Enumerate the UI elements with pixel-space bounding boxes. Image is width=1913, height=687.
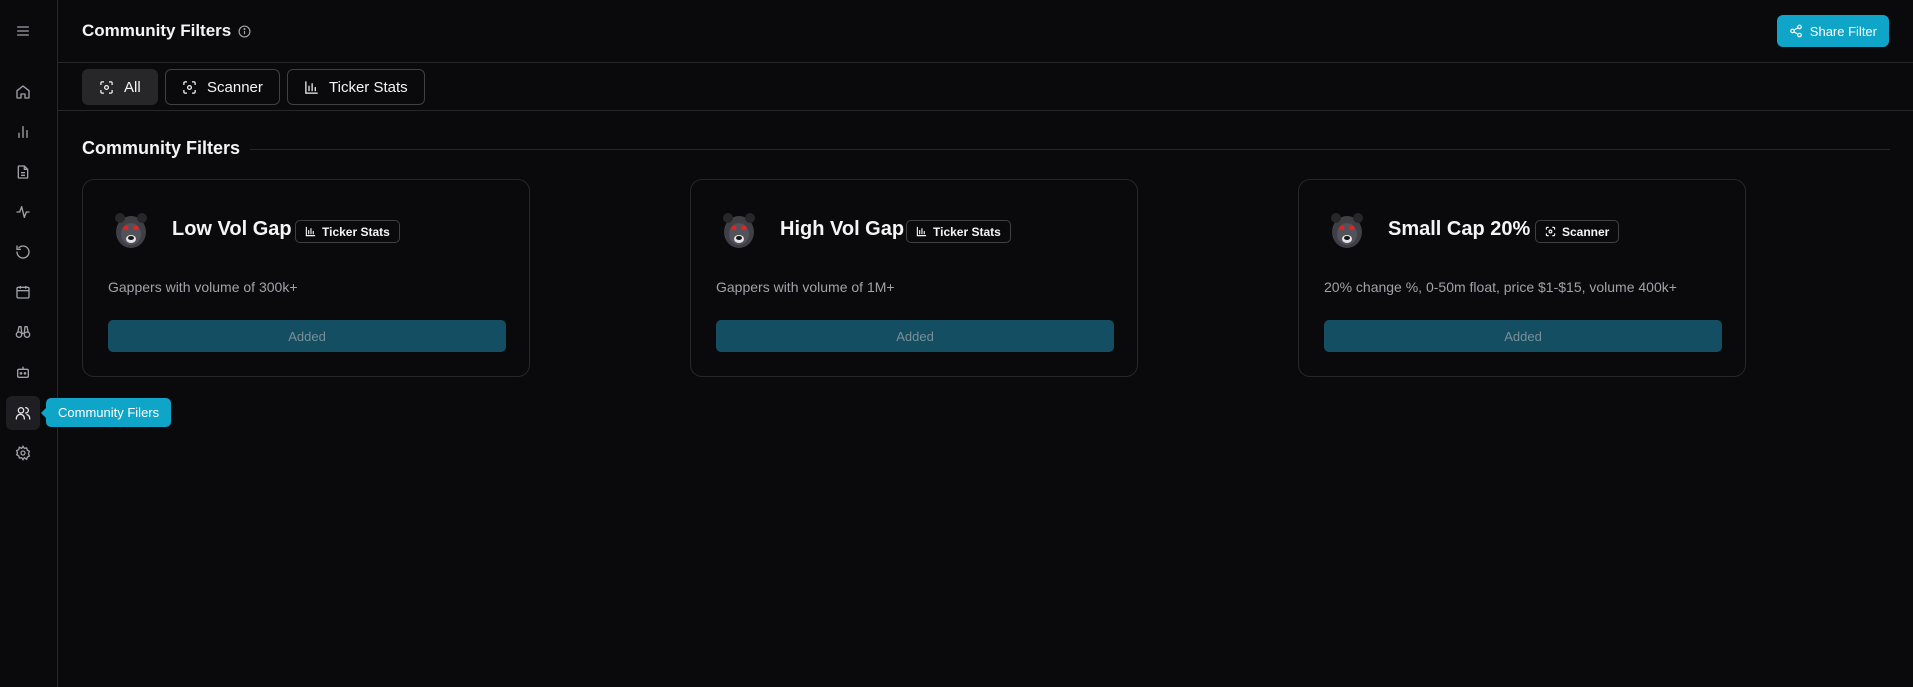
added-button[interactable]: Added (108, 320, 506, 352)
activity-icon[interactable] (6, 195, 40, 229)
bar-chart-icon (305, 80, 318, 94)
card-type-badge: Ticker Stats (295, 220, 400, 243)
home-icon[interactable] (6, 75, 40, 109)
tab-all-label: All (124, 78, 141, 96)
tab-ticker-stats[interactable]: Ticker Stats (287, 69, 425, 105)
scan-icon (183, 80, 196, 94)
bot-icon[interactable] (6, 355, 40, 389)
card-title: Low Vol Gap (172, 218, 292, 240)
tab-all[interactable]: All (82, 69, 158, 105)
tab-ticker-stats-label: Ticker Stats (329, 78, 408, 96)
badge-label: Scanner (1562, 224, 1610, 239)
users-icon[interactable] (6, 396, 40, 430)
bar-chart-icon[interactable] (6, 115, 40, 149)
share-filter-button[interactable]: Share Filter (1776, 15, 1889, 47)
added-button[interactable]: Added (716, 320, 1114, 352)
bear-avatar (108, 206, 154, 252)
binoculars-icon[interactable] (6, 315, 40, 349)
tab-scanner-label: Scanner (207, 78, 263, 96)
section-divider (250, 149, 1890, 150)
sidebar (0, 0, 58, 687)
card-title: High Vol Gap (780, 218, 905, 240)
bear-avatar (1324, 206, 1370, 252)
scan-icon (1545, 226, 1556, 237)
card-type-badge: Scanner (1535, 220, 1620, 243)
info-icon[interactable] (238, 24, 251, 38)
section-title: Community Filters (82, 138, 241, 158)
page-header: Community Filters Share Filter (58, 0, 1913, 63)
card-type-badge: Ticker Stats (906, 220, 1011, 243)
badge-label: Ticker Stats (322, 224, 390, 239)
bar-chart-icon (305, 226, 316, 237)
card-title: Small Cap 20% (1388, 218, 1531, 240)
card-description: Gappers with volume of 1M+ (716, 279, 895, 295)
filter-card: Small Cap 20% Scanner 20% change %, 0-50… (1298, 179, 1746, 377)
filter-card: High Vol Gap Ticker Stats Gappers with v… (690, 179, 1138, 377)
tab-scanner[interactable]: Scanner (165, 69, 280, 105)
page-title: Community Filters (82, 21, 251, 41)
bar-chart-icon (916, 226, 927, 237)
card-description: 20% change %, 0-50m float, price $1-$15,… (1324, 279, 1677, 295)
added-button[interactable]: Added (1324, 320, 1722, 352)
sidebar-tooltip: Community Filers (40, 398, 172, 427)
menu-icon[interactable] (6, 14, 40, 48)
scan-icon (100, 80, 113, 94)
bear-avatar (716, 206, 762, 252)
share-icon (1789, 24, 1802, 38)
page-title-text: Community Filters (82, 21, 232, 40)
calendar-icon[interactable] (6, 275, 40, 309)
history-icon[interactable] (6, 235, 40, 269)
share-filter-label: Share Filter (1809, 23, 1877, 39)
filter-card: Low Vol Gap Ticker Stats Gappers with vo… (82, 179, 530, 377)
filter-tabs: All Scanner Ticker Stats (58, 63, 1913, 111)
settings-icon[interactable] (6, 436, 40, 470)
badge-label: Ticker Stats (933, 224, 1001, 239)
document-icon[interactable] (6, 155, 40, 189)
card-description: Gappers with volume of 300k+ (108, 279, 298, 295)
